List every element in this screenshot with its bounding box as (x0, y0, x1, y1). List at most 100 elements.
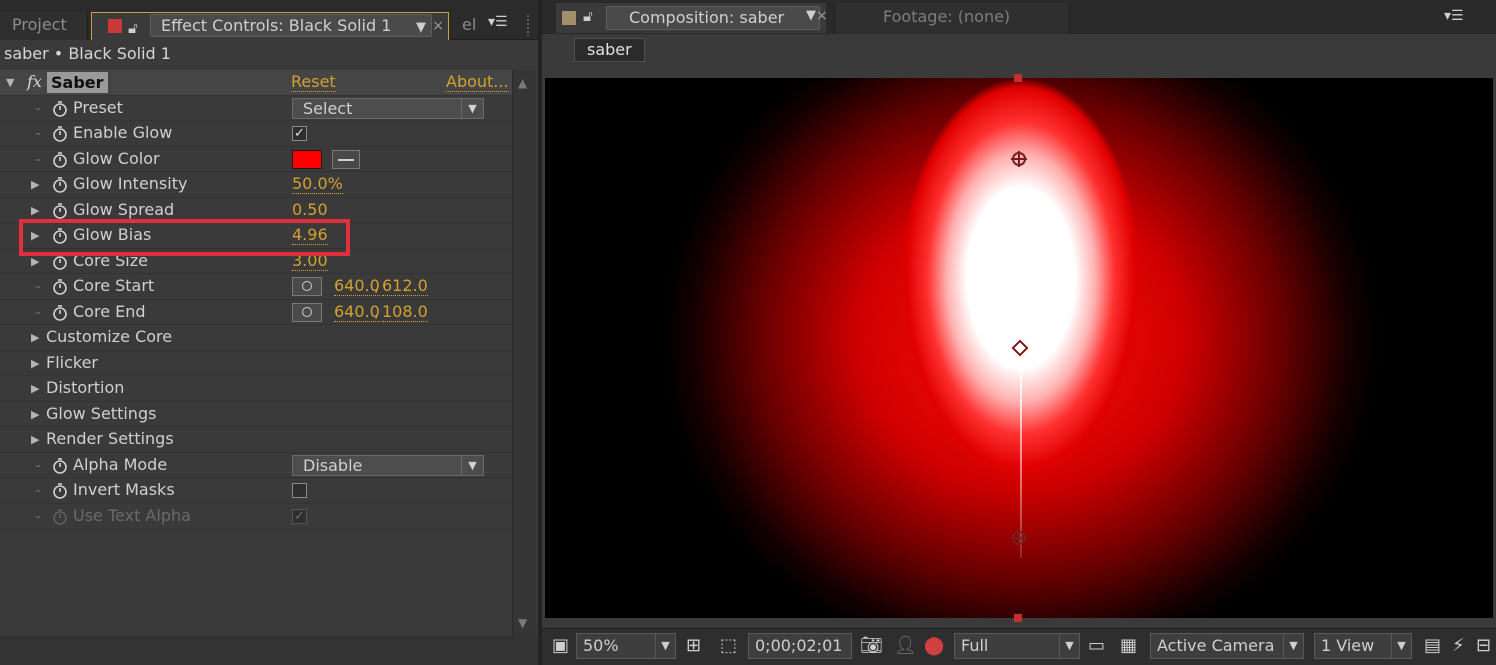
effect-header-saber[interactable]: ▼ fx Saber Reset About... (0, 70, 512, 96)
alpha-mode-dropdown[interactable]: Disable ▼ (292, 454, 484, 476)
core-start-x[interactable]: 640.0 (334, 276, 380, 296)
stopwatch-icon[interactable] (52, 175, 68, 193)
transparency-grid-icon[interactable]: ▦ (1120, 635, 1137, 656)
stopwatch-icon[interactable] (52, 99, 68, 117)
scroll-down-icon[interactable]: ▼ (518, 616, 527, 630)
composition-viewer[interactable] (545, 78, 1493, 618)
triangle-down-icon[interactable]: ▼ (6, 76, 14, 89)
composition-title[interactable]: Composition: saber (606, 6, 820, 30)
stopwatch-icon[interactable] (52, 481, 68, 499)
triangle-right-icon[interactable]: ▶ (31, 204, 39, 217)
coord-separator: , (374, 301, 380, 321)
comp-name-button[interactable]: saber (574, 38, 645, 62)
property-label: Use Text Alpha (73, 505, 191, 525)
indent-dots (36, 286, 40, 288)
left-tab-bar: Project 🔓︎ Effect Controls: Black Solid … (0, 0, 538, 40)
always-preview-icon[interactable]: ▣ (552, 635, 569, 656)
lock-icon[interactable]: 🔓︎ (583, 7, 593, 25)
core-end-x[interactable]: 640.0 (334, 302, 380, 322)
triangle-right-icon[interactable]: ▶ (31, 433, 39, 446)
triangle-right-icon[interactable]: ▶ (31, 357, 39, 370)
show-snapshot-icon[interactable]: 👤︎ (894, 635, 917, 656)
triangle-right-icon[interactable]: ▶ (31, 408, 39, 421)
zoom-dropdown[interactable]: 50% ▼ (576, 633, 676, 659)
lock-icon[interactable]: 🔓︎ (128, 15, 138, 41)
invert-masks-checkbox[interactable] (292, 483, 307, 498)
enable-glow-checkbox[interactable]: ✓ (292, 126, 307, 141)
property-label: Alpha Mode (73, 454, 168, 474)
views-dropdown[interactable]: 1 View ▼ (1314, 633, 1412, 659)
glow-color-swatch[interactable] (292, 149, 322, 169)
property-label: Glow Intensity (73, 174, 188, 193)
close-icon[interactable]: × (432, 13, 444, 39)
property-label: Enable Glow (73, 123, 173, 142)
point-picker-icon[interactable] (292, 302, 322, 322)
property-row-core-start: Core Start 640.0 , 612.0 (0, 274, 512, 300)
scroll-up-icon[interactable]: ▲ (518, 76, 527, 90)
stopwatch-icon[interactable] (52, 150, 68, 168)
effect-controls-title[interactable]: Effect Controls: Black Solid 1 (150, 14, 432, 37)
core-end-y[interactable]: 108.0 (382, 302, 428, 322)
property-label: Glow Spread (73, 199, 175, 219)
stopwatch-icon[interactable] (52, 303, 68, 321)
region-of-interest-icon[interactable]: ⬚ (720, 635, 737, 656)
stopwatch-icon[interactable] (52, 124, 68, 142)
layer-edge-handle[interactable] (1014, 74, 1022, 82)
glow-spread-value[interactable]: 0.50 (292, 200, 328, 220)
property-label: Preset (73, 97, 123, 117)
group-row-glow-settings[interactable]: ▶ Glow Settings (0, 402, 512, 427)
triangle-right-icon[interactable]: ▶ (31, 331, 39, 344)
glow-intensity-value[interactable]: 50.0% (292, 174, 343, 194)
anchor-point-icon[interactable] (1011, 339, 1029, 357)
chevron-down-icon[interactable]: ▼ (416, 15, 426, 41)
group-row-render-settings[interactable]: ▶ Render Settings (0, 427, 512, 453)
camera-dropdown[interactable]: Active Camera ▼ (1150, 633, 1304, 659)
group-row-flicker[interactable]: ▶ Flicker (0, 351, 512, 376)
point-picker-icon[interactable] (292, 277, 322, 296)
tab-grip[interactable] (526, 14, 530, 36)
core-end-handle-icon[interactable] (1011, 151, 1027, 167)
triangle-right-icon[interactable]: ▶ (31, 178, 39, 191)
stopwatch-icon[interactable] (52, 277, 68, 295)
tab-effect-controls[interactable]: 🔓︎ Effect Controls: Black Solid 1 ▼ × (91, 12, 449, 40)
fx-icon[interactable]: fx (27, 72, 42, 91)
fast-previews-icon[interactable]: ▭ (1088, 635, 1105, 656)
close-icon[interactable]: × (816, 8, 828, 24)
property-label: Core Start (73, 276, 155, 295)
layer-edge-handle[interactable] (1014, 614, 1022, 622)
property-row-core-end: Core End 640.0 , 108.0 (0, 300, 512, 325)
fit-frame-icon[interactable]: ⊞ (686, 635, 701, 656)
triangle-right-icon[interactable]: ▶ (31, 382, 39, 395)
camera-snapshot-icon[interactable]: 📷︎ (860, 635, 883, 656)
tab-composition[interactable]: 🔓︎ Composition: saber ▼ (556, 3, 826, 33)
tab-project[interactable]: Project (0, 12, 88, 40)
about-button[interactable]: About... (446, 72, 509, 92)
toggle-pixel-aspect-icon[interactable]: ▤ (1424, 635, 1441, 656)
resolution-dropdown[interactable]: Full ▼ (954, 633, 1080, 659)
preset-dropdown[interactable]: Select ▼ (292, 97, 484, 119)
chevron-down-icon: ▼ (1283, 634, 1303, 658)
triangle-right-icon[interactable]: ▶ (31, 255, 39, 268)
panel-menu-icon[interactable]: ▾☰ (488, 14, 508, 30)
timecode-display[interactable]: 0;00;02;01 (748, 633, 852, 659)
group-row-customize-core[interactable]: ▶ Customize Core (0, 325, 512, 351)
channels-icon[interactable]: ⬤ (924, 635, 944, 656)
panel-menu-icon[interactable]: ▾☰ (1444, 8, 1464, 24)
chevron-down-icon[interactable]: ▼ (806, 8, 816, 23)
stopwatch-icon[interactable] (52, 201, 68, 219)
fast-preview-lightning-icon[interactable]: ⚡︎ (1452, 635, 1465, 656)
effect-tree: ▼ fx Saber Reset About... Preset Select ▼… (0, 70, 512, 529)
core-start-y[interactable]: 612.0 (382, 276, 428, 296)
eyedropper-icon[interactable] (332, 149, 360, 169)
stopwatch-icon[interactable] (52, 456, 68, 474)
comp-color-swatch (562, 11, 576, 25)
reset-button[interactable]: Reset (291, 72, 336, 92)
property-label: Invert Masks (73, 480, 175, 499)
indent-dots (36, 133, 40, 135)
indent-dots (36, 464, 40, 467)
vertical-scrollbar[interactable]: ▲ ▼ (512, 70, 536, 636)
tab-footage[interactable]: Footage: (none) (834, 3, 1070, 33)
group-row-distortion[interactable]: ▶ Distortion (0, 376, 512, 402)
core-start-handle-icon[interactable] (1011, 530, 1027, 546)
timeline-icon[interactable]: ⊟ (1476, 635, 1491, 656)
